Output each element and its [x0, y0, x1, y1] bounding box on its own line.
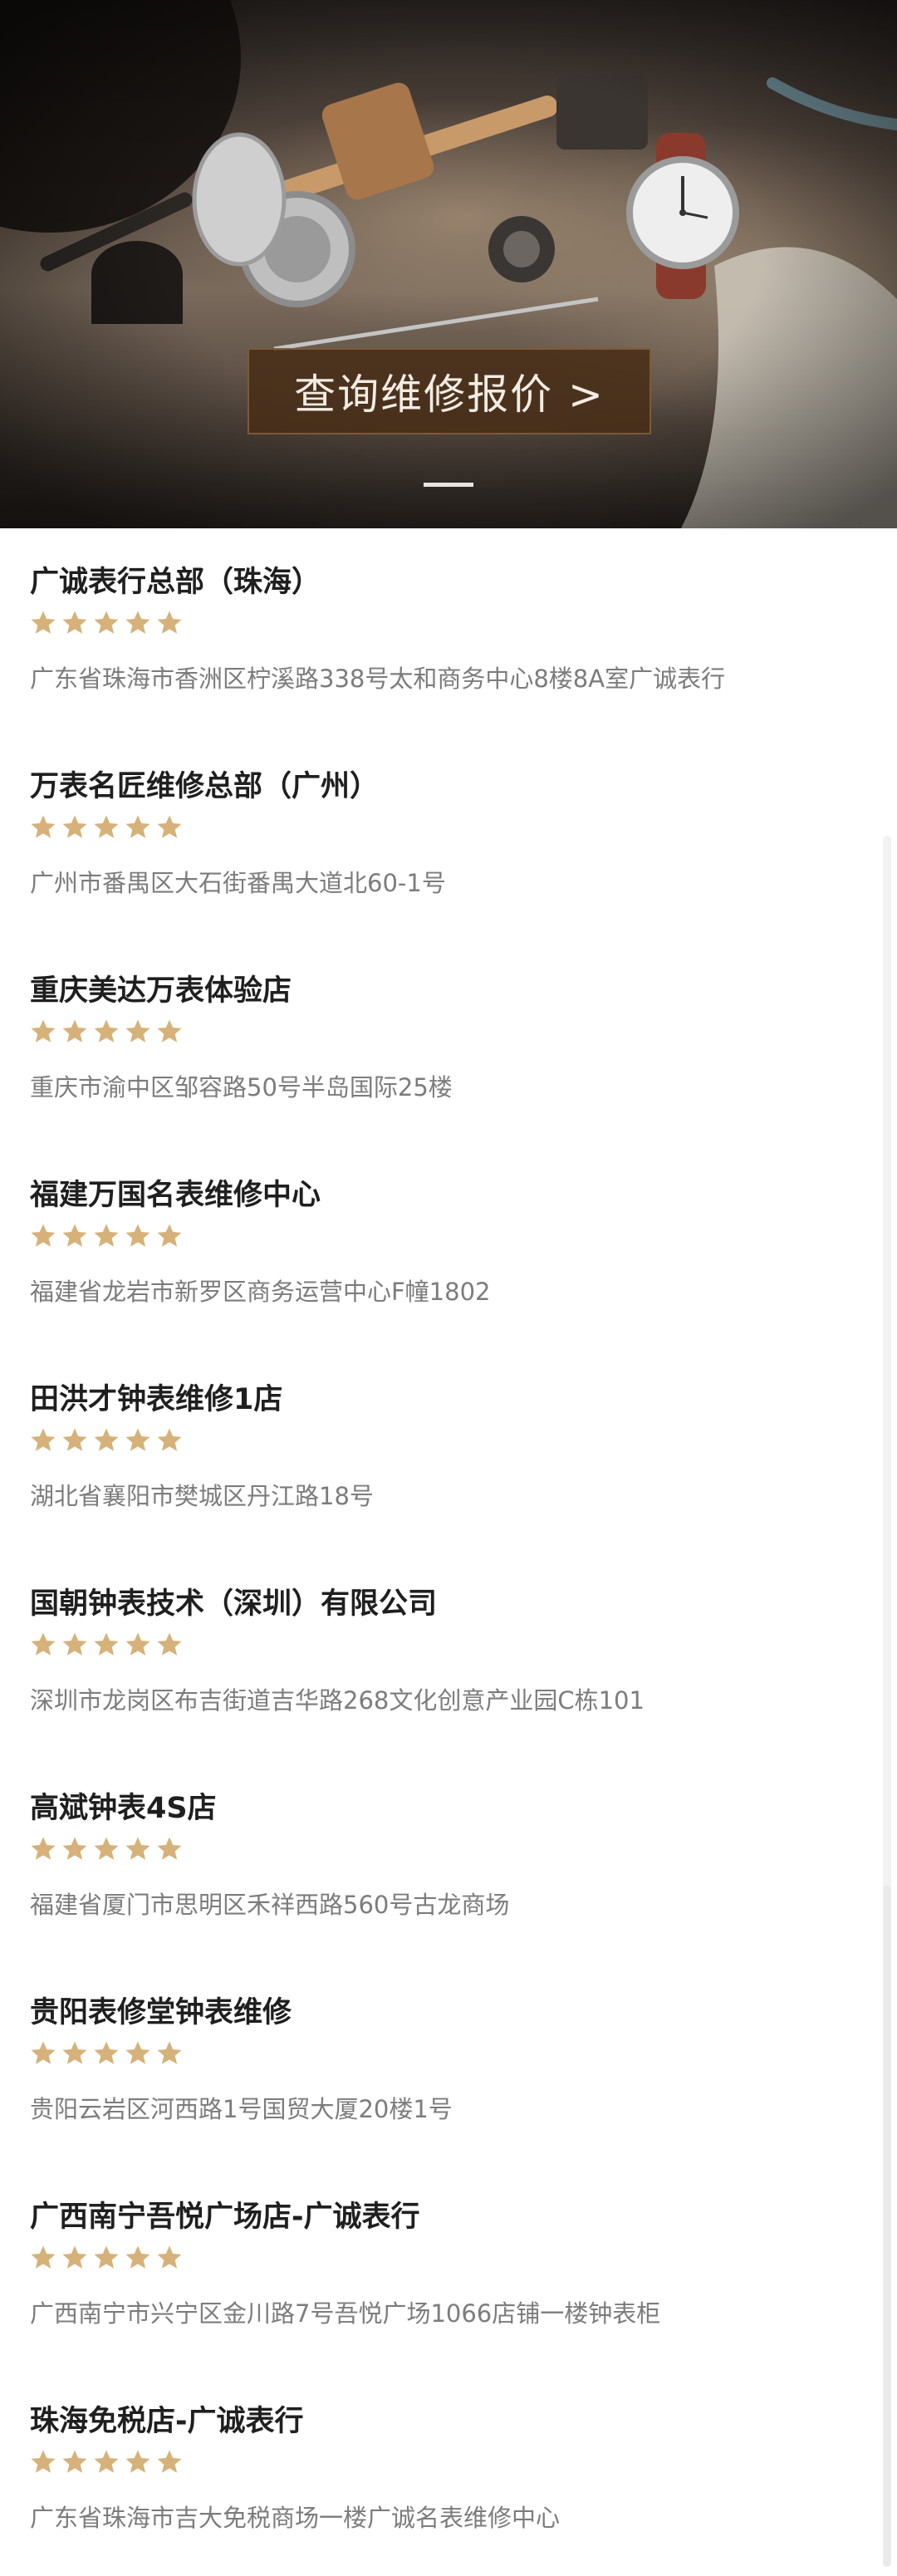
store-address: 福建省厦门市思明区禾祥西路560号古龙商场	[30, 1891, 510, 1919]
store-item[interactable]: 田洪才钟表维修1店 湖北省襄阳市樊城区丹江路18号	[0, 1346, 897, 1550]
star-icon	[94, 2450, 119, 2473]
carousel-indicator[interactable]	[424, 483, 473, 487]
star-icon	[31, 815, 56, 838]
star-icon	[94, 2245, 119, 2269]
star-icon	[157, 1019, 182, 1043]
star-icon	[125, 1224, 150, 1247]
store-name: 重庆美达万表体验店	[30, 974, 292, 1008]
store-address: 广州市番禺区大石街番禺大道北60-1号	[30, 869, 446, 897]
star-icon	[62, 2450, 87, 2473]
store-item[interactable]: 广西南宁吾悦广场店-广诚表行 广西南宁市兴宁区金川路7号吾悦广场1066店铺一楼…	[0, 2163, 897, 2367]
star-icon	[94, 1428, 119, 1451]
star-icon	[31, 1019, 56, 1043]
star-icon	[62, 1837, 87, 1860]
star-icon	[31, 2245, 56, 2269]
store-item[interactable]: 贵阳表修堂钟表维修 贵阳云岩区河西路1号国贸大厦20楼1号	[0, 1959, 897, 2163]
star-icon	[157, 611, 182, 634]
star-icon	[125, 2450, 150, 2473]
store-item[interactable]: 重庆美达万表体验店 重庆市渝中区邹容路50号半岛国际25楼	[0, 937, 897, 1141]
star-icon	[125, 1837, 150, 1860]
star-icon	[31, 2041, 56, 2064]
store-address: 广东省珠海市吉大免税商场一楼广诚名表维修中心	[30, 2504, 561, 2532]
star-icon	[94, 1019, 119, 1043]
star-icon	[62, 1632, 87, 1656]
star-icon	[62, 2245, 87, 2269]
star-icon	[157, 1428, 182, 1451]
star-icon	[157, 1632, 182, 1656]
star-rating	[30, 2449, 183, 2475]
store-address: 广西南宁市兴宁区金川路7号吾悦广场1066店铺一楼钟表柜	[30, 2299, 661, 2328]
star-icon	[62, 611, 87, 634]
store-address: 重庆市渝中区邹容路50号半岛国际25楼	[30, 1073, 453, 1102]
store-name: 珠海免税店-广诚表行	[30, 2405, 304, 2438]
star-rating	[30, 1836, 183, 1862]
store-name: 广西南宁吾悦广场店-广诚表行	[30, 2201, 420, 2234]
store-name: 田洪才钟表维修1店	[30, 1383, 283, 1416]
star-icon	[94, 815, 119, 838]
star-icon	[157, 2245, 182, 2269]
star-icon	[62, 2041, 87, 2064]
store-address: 福建省龙岩市新罗区商务运营中心F幢1802	[30, 1278, 491, 1306]
store-item[interactable]: 广诚表行总部（珠海） 广东省珠海市香洲区柠溪路338号太和商务中心8楼8A室广诚…	[0, 528, 897, 733]
store-list: 广诚表行总部（珠海） 广东省珠海市香洲区柠溪路338号太和商务中心8楼8A室广诚…	[0, 528, 897, 2572]
star-icon	[31, 1837, 56, 1860]
repair-quote-button[interactable]: 查询维修报价 >	[248, 348, 651, 434]
star-icon	[125, 1632, 150, 1656]
star-icon	[31, 1224, 56, 1247]
store-name: 贵阳表修堂钟表维修	[30, 1996, 292, 2029]
star-rating	[30, 2040, 183, 2067]
store-item[interactable]: 福建万国名表维修中心 福建省龙岩市新罗区商务运营中心F幢1802	[0, 1141, 897, 1346]
star-icon	[94, 1837, 119, 1860]
star-icon	[31, 1632, 56, 1656]
store-address: 广东省珠海市香洲区柠溪路338号太和商务中心8楼8A室广诚表行	[30, 665, 726, 693]
store-name: 万表名匠维修总部（广州）	[30, 770, 380, 803]
star-icon	[125, 611, 150, 634]
star-icon	[157, 1224, 182, 1247]
store-address: 湖北省襄阳市樊城区丹江路18号	[30, 1482, 374, 1510]
star-rating	[30, 1018, 183, 1045]
star-rating	[30, 2245, 183, 2271]
star-icon	[157, 2450, 182, 2473]
star-icon	[62, 815, 87, 838]
star-icon	[94, 2041, 119, 2064]
store-address: 深圳市龙岗区布吉街道吉华路268文化创意产业园C栋101	[30, 1686, 645, 1715]
star-rating	[30, 610, 183, 636]
hero-banner[interactable]: 查询维修报价 >	[0, 0, 897, 528]
star-rating	[30, 1631, 183, 1658]
star-icon	[31, 611, 56, 634]
star-icon	[125, 2041, 150, 2064]
store-name: 福建万国名表维修中心	[30, 1179, 321, 1212]
store-name: 高斌钟表4S店	[30, 1792, 217, 1825]
store-address: 贵阳云岩区河西路1号国贸大厦20楼1号	[30, 2095, 453, 2123]
star-icon	[157, 2041, 182, 2064]
banner-vignette	[0, 0, 897, 528]
star-icon	[62, 1019, 87, 1043]
store-item[interactable]: 珠海免税店-广诚表行 广东省珠海市吉大免税商场一楼广诚名表维修中心	[0, 2367, 897, 2572]
store-item[interactable]: 国朝钟表技术（深圳）有限公司 深圳市龙岗区布吉街道吉华路268文化创意产业园C栋…	[0, 1550, 897, 1754]
star-icon	[94, 611, 119, 634]
star-rating	[30, 814, 183, 841]
star-icon	[125, 1428, 150, 1451]
star-icon	[94, 1632, 119, 1656]
store-name: 广诚表行总部（珠海）	[30, 566, 321, 599]
star-icon	[125, 815, 150, 838]
star-icon	[157, 815, 182, 838]
star-icon	[31, 1428, 56, 1451]
store-name: 国朝钟表技术（深圳）有限公司	[30, 1587, 438, 1621]
star-icon	[157, 1837, 182, 1860]
star-rating	[30, 1223, 183, 1249]
star-icon	[125, 1019, 150, 1043]
star-icon	[125, 2245, 150, 2269]
star-icon	[62, 1428, 87, 1451]
star-icon	[94, 1224, 119, 1247]
store-item[interactable]: 万表名匠维修总部（广州） 广州市番禺区大石街番禺大道北60-1号	[0, 733, 897, 937]
scrollbar-thumb[interactable]	[883, 1886, 891, 2567]
store-item[interactable]: 高斌钟表4S店 福建省厦门市思明区禾祥西路560号古龙商场	[0, 1754, 897, 1959]
star-icon	[62, 1224, 87, 1247]
star-icon	[31, 2450, 56, 2473]
star-rating	[30, 1427, 183, 1454]
